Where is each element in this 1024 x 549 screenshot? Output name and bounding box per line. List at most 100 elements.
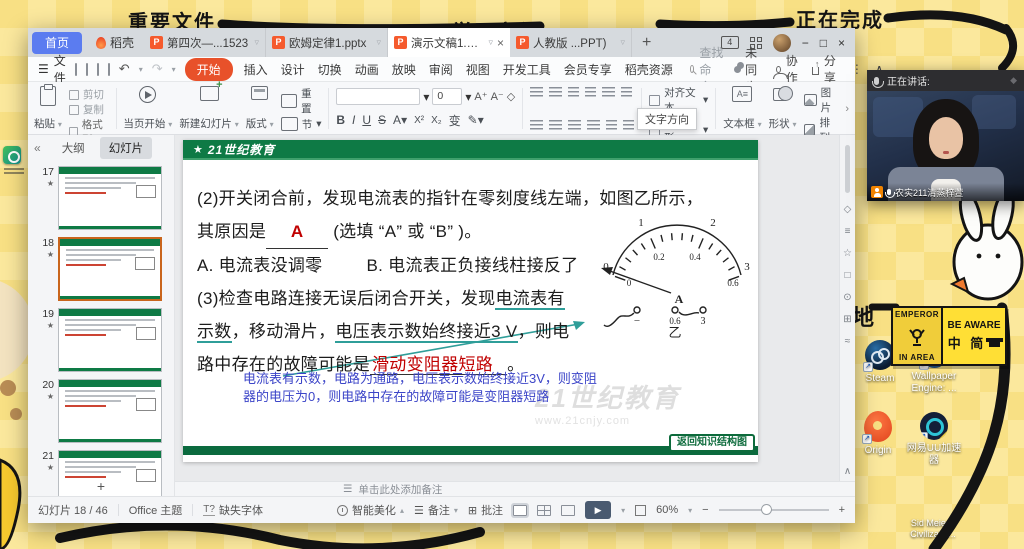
- add-slide-button[interactable]: +: [28, 478, 174, 494]
- print-icon[interactable]: [97, 63, 99, 76]
- menubar-item[interactable]: 会员专享: [562, 59, 614, 80]
- menubar-item[interactable]: 放映: [390, 59, 418, 80]
- subscript-button[interactable]: X₂: [431, 115, 442, 126]
- panel-tool-icon[interactable]: ≡: [845, 226, 851, 237]
- share-button[interactable]: 分享: [812, 52, 839, 86]
- paste-button[interactable]: 粘贴 ▾: [34, 85, 62, 132]
- menubar-item[interactable]: 设计: [279, 59, 307, 80]
- collaborate-button[interactable]: 协作: [776, 52, 800, 86]
- normal-view-icon[interactable]: [513, 505, 527, 516]
- clear-format-icon[interactable]: ◇: [507, 90, 515, 103]
- paragraph-settings-icon[interactable]: [623, 120, 634, 130]
- new-slide-button[interactable]: 新建幻灯片 ▾: [179, 85, 238, 132]
- panel-tool-icon[interactable]: ☆: [843, 248, 852, 259]
- font-name-input[interactable]: [336, 88, 420, 105]
- line-spacing-icon[interactable]: [602, 87, 615, 97]
- menubar-item[interactable]: 切换: [316, 59, 344, 80]
- increase-indent-icon[interactable]: [585, 87, 596, 97]
- layout-button[interactable]: 版式 ▾: [246, 85, 274, 132]
- tab-slides[interactable]: 幻灯片: [100, 137, 153, 159]
- docer-tab[interactable]: 稻壳: [86, 28, 144, 57]
- font-size-input[interactable]: 0: [432, 88, 462, 105]
- back-to-map-button[interactable]: 返回知识结构图: [669, 434, 755, 452]
- slide-thumbnail-row[interactable]: 18 ★: [34, 237, 172, 302]
- reset-button[interactable]: 重置: [281, 86, 322, 116]
- italic-button[interactable]: I: [352, 113, 355, 127]
- underline-button[interactable]: U: [362, 113, 371, 127]
- menubar-item[interactable]: 开始: [185, 58, 233, 81]
- slide-thumbnail-row[interactable]: 17 ★: [34, 166, 172, 231]
- menubar-item[interactable]: 稻壳资源: [623, 59, 675, 80]
- zoom-percent[interactable]: 60%: [656, 504, 678, 516]
- textbox-button[interactable]: A≡ 文本框 ▾: [723, 85, 761, 132]
- export-icon[interactable]: [86, 63, 88, 76]
- file-menu[interactable]: ☰文件: [38, 52, 66, 86]
- current-slide[interactable]: ★ 21世纪教育 (2)开关闭合前，发现电流表的指针在零刻度线左端，如图乙所示，…: [183, 140, 758, 462]
- bullet-list-icon[interactable]: [530, 87, 543, 97]
- smart-beautify-button[interactable]: 智能美化▴: [337, 502, 404, 518]
- fit-slide-icon[interactable]: [635, 505, 646, 516]
- new-tab-button[interactable]: +: [642, 34, 651, 52]
- justify-icon[interactable]: [587, 120, 600, 130]
- menubar-item[interactable]: 视图: [464, 59, 492, 80]
- scroll-up-icon[interactable]: ∧: [844, 466, 851, 477]
- redo-icon[interactable]: ↷: [152, 61, 163, 77]
- cut-button[interactable]: 剪切: [69, 87, 109, 102]
- copy-button[interactable]: 复制: [69, 102, 109, 117]
- menubar-item[interactable]: 动画: [353, 59, 381, 80]
- highlight-button[interactable]: ✎▾: [468, 113, 484, 127]
- slideshow-play-button[interactable]: ▶: [585, 501, 611, 519]
- panel-tool-icon[interactable]: ≈: [845, 336, 851, 347]
- align-center-icon[interactable]: [549, 120, 562, 130]
- save-icon[interactable]: [75, 63, 77, 76]
- align-left-icon[interactable]: [530, 120, 543, 130]
- comments-toggle[interactable]: ⊞批注: [468, 502, 503, 518]
- close-tab-icon[interactable]: ×: [497, 36, 504, 50]
- picture-button[interactable]: 图片: [804, 85, 839, 115]
- notes-toggle[interactable]: ☰备注▾: [414, 502, 458, 518]
- phonetic-button[interactable]: 变: [449, 112, 461, 129]
- undo-icon[interactable]: ↶: [119, 61, 130, 77]
- ribbon-more-icon[interactable]: ›: [845, 103, 849, 115]
- slide-thumbnail-row[interactable]: 19 ★: [34, 308, 172, 373]
- document-tab[interactable]: P 第四次—...1523 ▿ ×: [144, 28, 266, 57]
- zoom-out-button[interactable]: −: [702, 504, 708, 516]
- menubar-item[interactable]: 开发工具: [501, 59, 553, 80]
- more-menu-icon[interactable]: ⋮: [851, 62, 863, 76]
- zoom-in-button[interactable]: +: [839, 504, 845, 516]
- tab-outline[interactable]: 大纲: [53, 137, 94, 159]
- document-tab[interactable]: P 人教版 ...PPT) ▿ ×: [510, 28, 632, 57]
- collapse-panel-icon[interactable]: «: [28, 141, 47, 155]
- slide-thumbnail[interactable]: [58, 237, 162, 301]
- superscript-button[interactable]: X²: [414, 115, 424, 126]
- menubar-item[interactable]: 插入: [242, 59, 270, 80]
- columns-icon[interactable]: [606, 120, 617, 130]
- decrease-indent-icon[interactable]: [568, 87, 579, 97]
- print-preview-icon[interactable]: [108, 63, 110, 76]
- slide-thumbnail[interactable]: [58, 166, 162, 230]
- menubar-item[interactable]: 审阅: [427, 59, 455, 80]
- notes-bar[interactable]: ☰ 单击此处添加备注: [175, 481, 855, 496]
- text-direction-icon[interactable]: [621, 87, 632, 97]
- document-tab[interactable]: P 欧姆定律1.pptx ▿ ×: [266, 28, 388, 57]
- reading-view-icon[interactable]: [561, 505, 575, 516]
- shapes-button[interactable]: 形状 ▾: [769, 85, 797, 132]
- scrollbar-thumb[interactable]: [845, 145, 850, 193]
- section-button[interactable]: 节 ▾: [281, 117, 322, 132]
- decrease-font-icon[interactable]: A⁻: [491, 90, 504, 103]
- slide-thumbnail-row[interactable]: 20 ★: [34, 379, 172, 444]
- panel-tool-icon[interactable]: □: [844, 270, 850, 281]
- panel-tool-icon[interactable]: ◇: [844, 204, 852, 215]
- zoom-slider[interactable]: [719, 509, 829, 511]
- font-color-button[interactable]: A▾: [393, 113, 407, 127]
- panel-tool-icon[interactable]: ⊙: [843, 292, 851, 303]
- bold-button[interactable]: B: [336, 113, 345, 127]
- panel-tool-icon[interactable]: ⊞: [843, 314, 851, 325]
- slide-thumbnail[interactable]: [58, 379, 162, 443]
- theme-name[interactable]: Office 主题: [129, 502, 183, 518]
- video-call-overlay[interactable]: 正在讲话: ◆ 农实211清蒸梓萱: [867, 70, 1024, 201]
- increase-font-icon[interactable]: A⁺: [474, 90, 487, 103]
- strikethrough-button[interactable]: S: [378, 113, 386, 127]
- slide-thumbnail[interactable]: [58, 308, 162, 372]
- missing-font-warning[interactable]: T?缺失字体: [203, 502, 263, 518]
